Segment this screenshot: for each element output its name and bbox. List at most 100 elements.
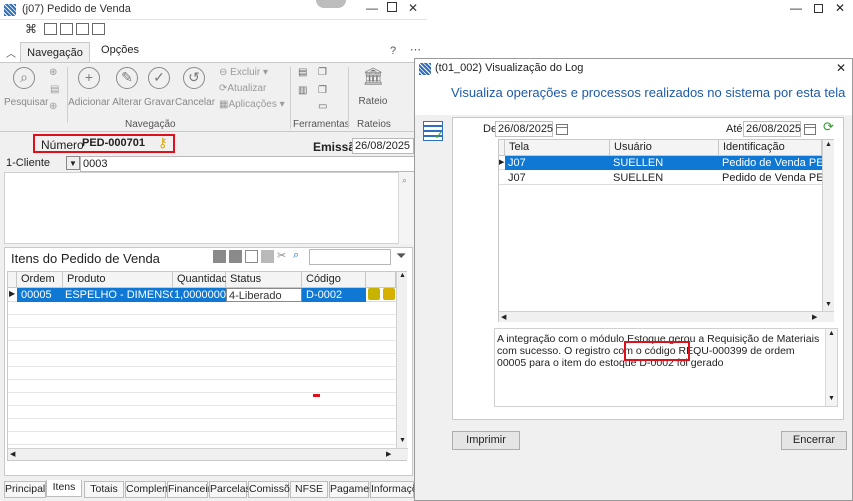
- scroll-down-icon[interactable]: ▼: [399, 437, 406, 444]
- maximize-icon[interactable]: [387, 2, 397, 12]
- tab-parcelas[interactable]: Parcelas: [209, 481, 251, 498]
- gravar-button[interactable]: ✓ Gravar: [144, 67, 175, 108]
- emissao-field[interactable]: 26/08/2025: [352, 138, 414, 154]
- grid-vscrollbar[interactable]: ▲ ▼: [396, 272, 407, 448]
- close-icon[interactable]: ✕: [835, 1, 845, 15]
- calendar-icon[interactable]: [556, 124, 568, 135]
- delete-record-icon[interactable]: ✂: [277, 249, 286, 262]
- cell-produto[interactable]: ESPELHO - DIMENSOES: [63, 288, 173, 302]
- tab-comissoes[interactable]: Comissõ: [248, 481, 290, 498]
- close-icon[interactable]: ✕: [408, 1, 418, 15]
- table-icon[interactable]: [76, 23, 89, 35]
- grid-filter-input[interactable]: [309, 249, 391, 265]
- cell-status[interactable]: 4-Liberado: [226, 288, 302, 302]
- notes-icon[interactable]: ▤: [298, 67, 307, 78]
- header-quantidade[interactable]: Quantidade: [173, 272, 234, 288]
- cell-tela[interactable]: J07: [505, 156, 610, 170]
- cliente-select[interactable]: 1-Cliente ▼: [4, 155, 82, 171]
- print-icon[interactable]: ▤: [50, 84, 59, 95]
- tab-informacoes[interactable]: Informaçõ: [370, 481, 418, 498]
- tab-nfse[interactable]: NFSE: [290, 481, 328, 498]
- cancelar-button[interactable]: ↺ Cancelar: [175, 67, 215, 108]
- header-usuario[interactable]: Usuário: [610, 140, 719, 156]
- maximize-icon[interactable]: [814, 4, 823, 13]
- tab-principal[interactable]: Principal: [4, 481, 46, 498]
- upload-icon[interactable]: [60, 23, 73, 35]
- imprimir-button[interactable]: Imprimir: [452, 431, 520, 450]
- message-vscrollbar[interactable]: ▲ ▼: [825, 329, 837, 406]
- doc-icon[interactable]: ▥: [298, 85, 307, 96]
- grid-hscrollbar[interactable]: ◀ ▶: [499, 311, 834, 322]
- table-row[interactable]: ▶ J07 SUELLEN Pedido de Venda PED-000: [499, 156, 822, 170]
- filter-icon[interactable]: ⏷: [396, 248, 406, 264]
- money-icon[interactable]: [383, 288, 395, 300]
- scroll-up-icon[interactable]: ▲: [399, 272, 406, 279]
- cell-identificacao[interactable]: Pedido de Venda PED-000: [719, 171, 822, 185]
- cell-quantidade[interactable]: 1,0000000: [173, 288, 226, 302]
- cell-identificacao[interactable]: Pedido de Venda PED-000: [719, 156, 822, 170]
- cell-usuario[interactable]: SUELLEN: [610, 171, 719, 185]
- cell-ordem[interactable]: 00005: [17, 288, 63, 302]
- cell-tela[interactable]: J07: [505, 171, 610, 185]
- scroll-left-icon[interactable]: ◀: [501, 313, 506, 321]
- cliente-field[interactable]: 0003: [80, 156, 415, 172]
- tab-itens[interactable]: Itens: [46, 480, 82, 497]
- header-identificacao[interactable]: Identificação: [719, 140, 822, 156]
- first-record-icon[interactable]: [213, 250, 226, 263]
- table-row[interactable]: ▶ 00005 ESPELHO - DIMENSOES 1,0000000 4-…: [8, 288, 396, 302]
- cell-codigo[interactable]: D-0002: [302, 288, 366, 302]
- adicionar-button[interactable]: + Adicionar: [68, 67, 110, 108]
- refresh-icon[interactable]: ⟳: [823, 119, 834, 135]
- header-status[interactable]: Status: [226, 272, 302, 288]
- numero-value[interactable]: PED-000701: [82, 137, 145, 149]
- grid-hscrollbar[interactable]: ◀ ▶: [8, 448, 408, 460]
- grid-icon[interactable]: [44, 23, 57, 35]
- collapse-ribbon-icon[interactable]: ︿: [6, 45, 16, 60]
- tab-opcoes[interactable]: Opções: [100, 44, 140, 56]
- scroll-right-icon[interactable]: ▶: [812, 313, 817, 321]
- prev-record-icon[interactable]: [229, 250, 242, 263]
- pin-icon[interactable]: ⌘: [25, 22, 37, 36]
- grid-vscrollbar[interactable]: ▲ ▼: [822, 140, 834, 311]
- scroll-right-icon[interactable]: ▶: [386, 450, 391, 458]
- log-message-box[interactable]: A integração com o módulo Estoque gerou …: [494, 328, 838, 407]
- close-log-icon[interactable]: ✕: [836, 61, 846, 75]
- edit-record-icon[interactable]: [261, 250, 274, 263]
- alterar-button[interactable]: ✎ Alterar: [111, 67, 143, 108]
- calendar-icon[interactable]: [92, 23, 105, 35]
- scroll-up-icon[interactable]: ▲: [828, 330, 835, 337]
- scroll-down-icon[interactable]: ▼: [825, 301, 832, 308]
- zoom-icon[interactable]: ⌕: [293, 249, 299, 262]
- header-tela[interactable]: Tela: [505, 140, 610, 156]
- header-produto[interactable]: Produto: [63, 272, 173, 288]
- rateio-button[interactable]: 🏛 Rateio: [355, 67, 391, 107]
- upload-small-icon[interactable]: ⊕: [49, 101, 57, 112]
- key-icon[interactable]: ⚷: [158, 135, 168, 151]
- minimize-icon[interactable]: —: [790, 1, 802, 15]
- pesquisar-button[interactable]: ⌕ Pesquisar: [4, 67, 48, 108]
- new-record-icon[interactable]: [245, 250, 258, 263]
- encerrar-button[interactable]: Encerrar: [781, 431, 847, 450]
- cell-usuario[interactable]: SUELLEN: [610, 156, 719, 170]
- scroll-left-icon[interactable]: ◀: [10, 450, 15, 458]
- ate-date-field[interactable]: 26/08/2025: [743, 121, 801, 137]
- header-ordem[interactable]: Ordem: [17, 272, 63, 288]
- tab-navegacao[interactable]: Navegação: [20, 42, 90, 63]
- scroll-up-icon[interactable]: ▲: [825, 141, 832, 148]
- header-codigo[interactable]: Código: [302, 272, 366, 288]
- details-icon[interactable]: [368, 288, 380, 300]
- aplicacoes-button[interactable]: ▦Aplicações ▾: [219, 99, 285, 110]
- table-row[interactable]: J07 SUELLEN Pedido de Venda PED-000: [499, 171, 822, 185]
- more-icon[interactable]: ⋯: [410, 43, 421, 56]
- scroll-down-icon[interactable]: ▼: [828, 395, 835, 402]
- download-icon[interactable]: ⊕: [49, 67, 57, 78]
- collapse-tab-icon[interactable]: [316, 0, 346, 8]
- side-scrollbar[interactable]: ⌕: [398, 172, 415, 244]
- printer-icon[interactable]: ▭: [318, 101, 327, 112]
- log-side-icon[interactable]: ✓: [423, 121, 444, 142]
- copy-icon[interactable]: ❐: [318, 67, 327, 78]
- paste-icon[interactable]: ❐: [318, 85, 327, 96]
- atualizar-button[interactable]: ⟳Atualizar: [219, 83, 266, 94]
- help-icon[interactable]: ?: [390, 45, 396, 57]
- excluir-button[interactable]: ⊖ Excluir ▾: [219, 67, 268, 78]
